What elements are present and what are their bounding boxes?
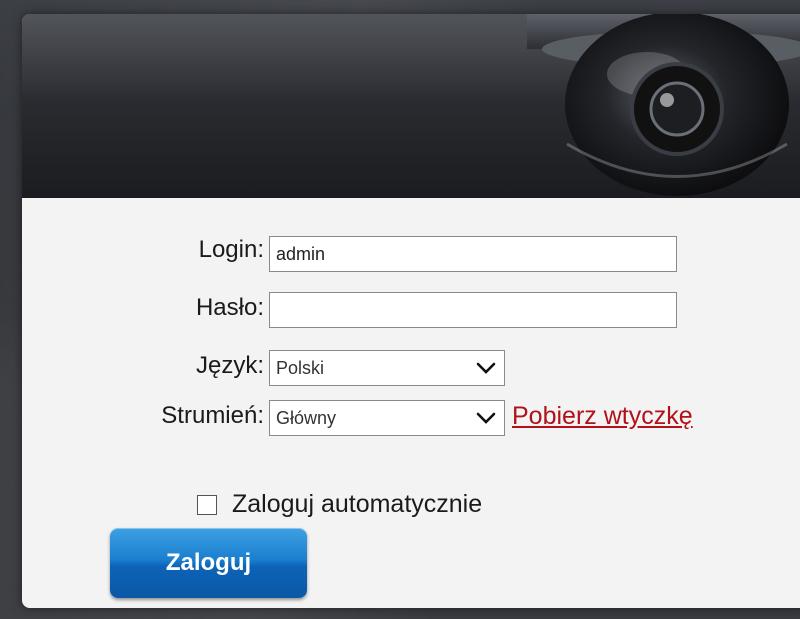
login-input[interactable] bbox=[269, 236, 677, 272]
stream-label: Strumień: bbox=[161, 402, 264, 429]
login-button[interactable]: Zaloguj bbox=[110, 528, 307, 598]
auto-login-label: Zaloguj automatycznie bbox=[232, 490, 483, 518]
header-banner bbox=[22, 14, 800, 198]
login-panel: Login: Hasło: Język: Polski Strumień: Gł… bbox=[22, 14, 800, 608]
password-input[interactable] bbox=[269, 292, 677, 328]
password-label: Hasło: bbox=[195, 294, 264, 321]
security-camera-icon bbox=[527, 14, 800, 196]
stream-select[interactable]: Główny bbox=[269, 400, 505, 436]
login-form: Login: Hasło: Język: Polski Strumień: Gł… bbox=[22, 198, 800, 608]
login-button-label: Zaloguj bbox=[165, 549, 252, 576]
download-plugin-link[interactable]: Pobierz wtyczkę bbox=[512, 402, 693, 431]
language-select[interactable]: Polski bbox=[269, 350, 505, 386]
chevron-down-icon bbox=[476, 362, 496, 374]
stream-selected-value: Główny bbox=[276, 407, 337, 428]
language-selected-value: Polski bbox=[276, 357, 325, 378]
auto-login-checkbox[interactable] bbox=[197, 495, 217, 515]
login-label: Login: bbox=[198, 236, 264, 263]
language-label: Język: bbox=[195, 352, 264, 379]
chevron-down-icon bbox=[476, 412, 496, 424]
